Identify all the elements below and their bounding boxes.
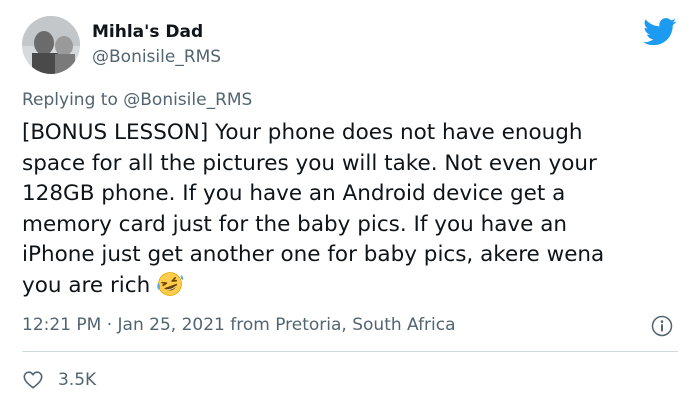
- heart-icon: [23, 371, 43, 389]
- author-name[interactable]: Mihla's Dad: [92, 22, 203, 42]
- tweet-timestamp[interactable]: 12:21 PM · Jan 25, 2021 from Pretoria, S…: [22, 315, 456, 335]
- tweet-text-line-last: you are rich: [22, 271, 682, 302]
- replying-prefix: Replying to: [22, 90, 118, 110]
- rolling-on-floor-laughing-emoji: [157, 271, 184, 296]
- replying-mention-link[interactable]: @Bonisile_RMS: [123, 90, 252, 110]
- avatar-photo: [22, 16, 80, 74]
- like-count: 3.5K: [58, 370, 97, 390]
- tweet-text-line: memory card just for the baby pics. If y…: [22, 211, 567, 237]
- replying-to: Replying to @Bonisile_RMS: [22, 90, 252, 110]
- tweet-card: Mihla's Dad @Bonisile_RMS Replying to @B…: [0, 0, 700, 405]
- tweet-text-line: [BONUS LESSON] Your phone does not have …: [22, 120, 583, 145]
- twitter-bird-icon[interactable]: [643, 18, 677, 46]
- tweet-text-line: iPhone just get another one for baby pic…: [22, 242, 605, 267]
- like-button[interactable]: 3.5K: [22, 368, 96, 392]
- tweet-text-line: you are rich: [22, 272, 151, 298]
- tweet-text: [BONUS LESSON] Your phone does not have …: [22, 118, 682, 301]
- avatar[interactable]: [22, 16, 80, 74]
- tweet-text-line: space for all the pictures you will take…: [22, 150, 597, 176]
- divider: [22, 351, 678, 352]
- tweet-text-line: 128GB phone. If you have an Android devi…: [22, 181, 566, 206]
- author-handle[interactable]: @Bonisile_RMS: [92, 47, 221, 67]
- info-icon[interactable]: [651, 315, 673, 337]
